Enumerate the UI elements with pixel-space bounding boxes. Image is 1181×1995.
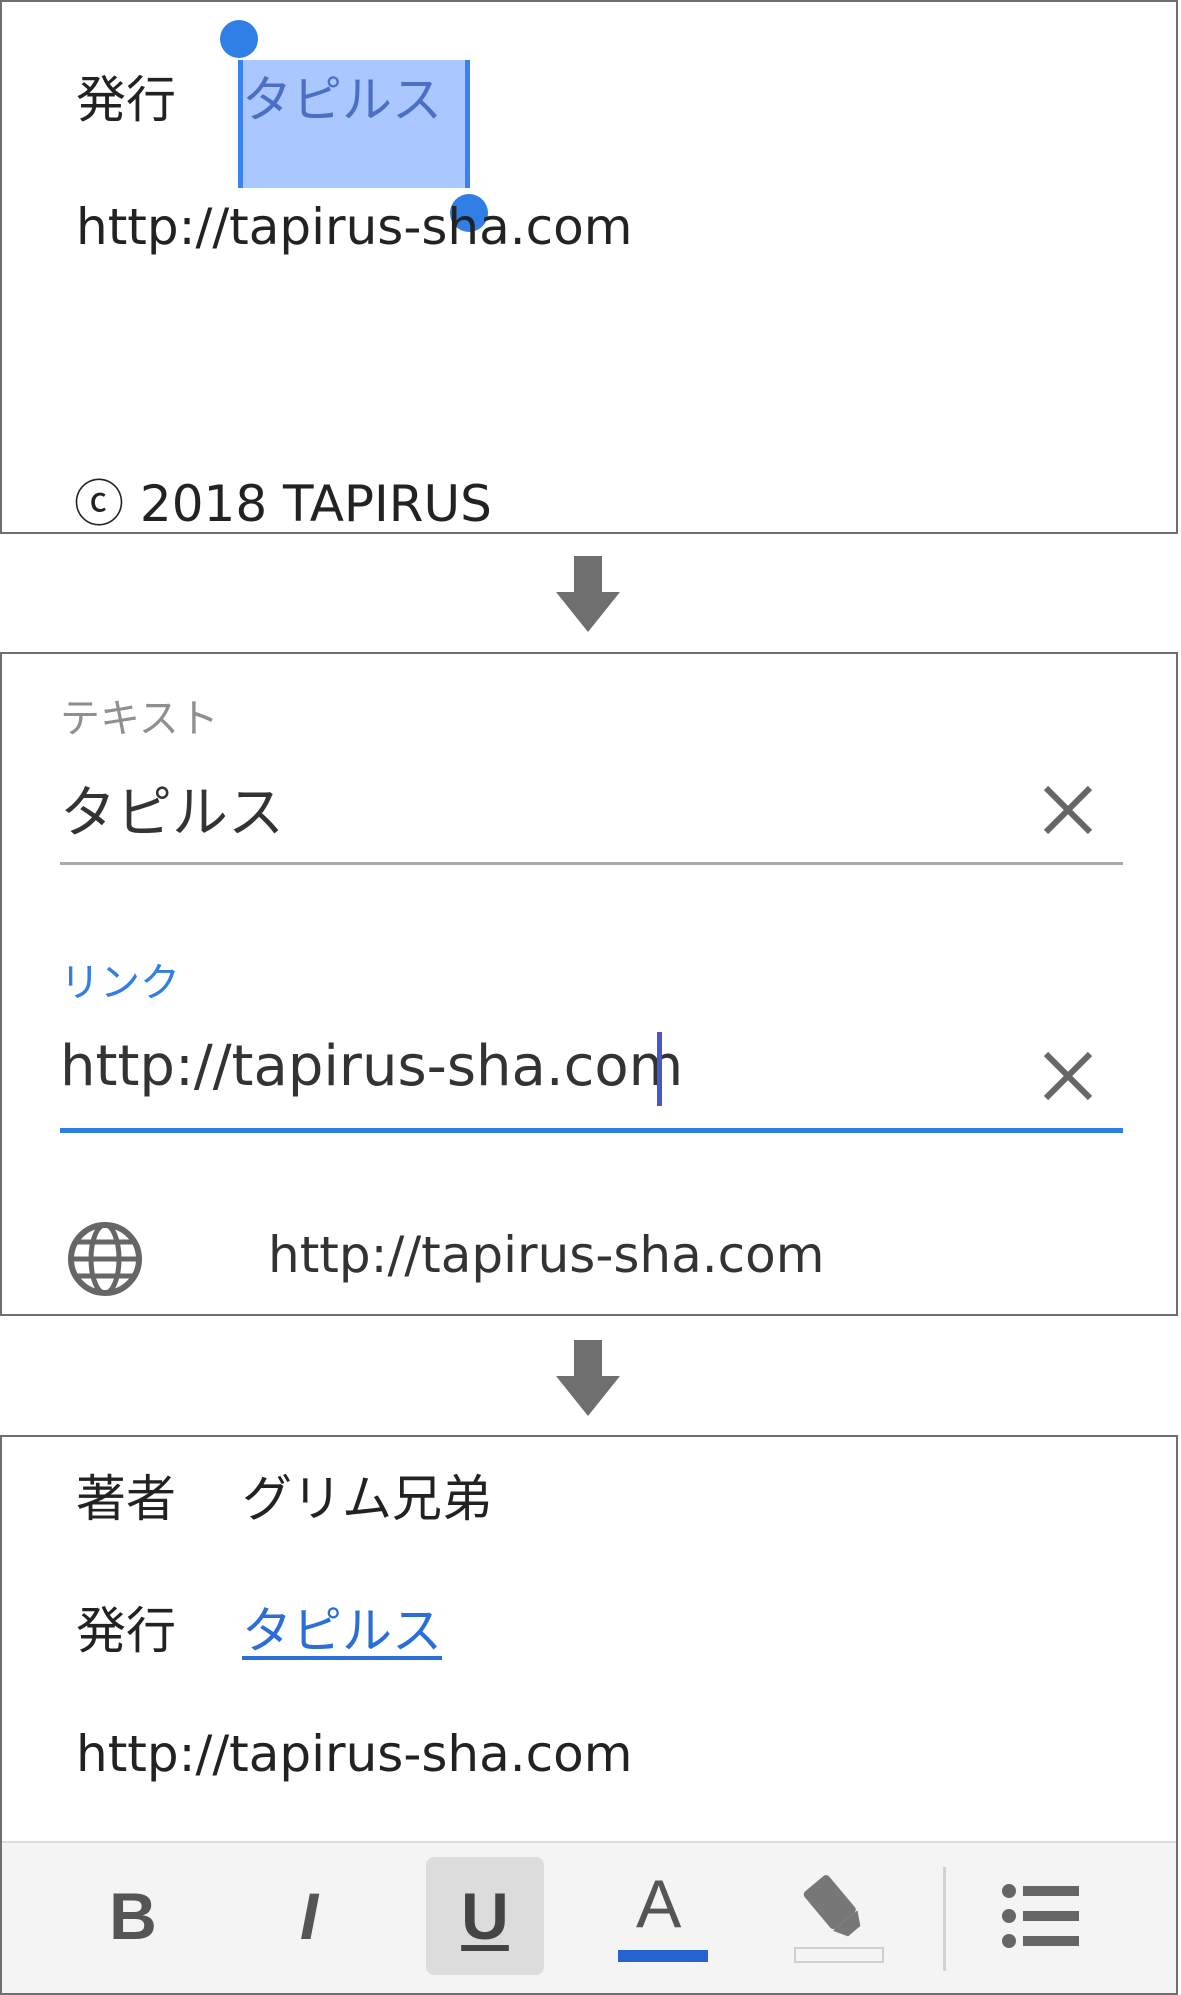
bulleted-list-button[interactable] — [982, 1857, 1100, 1975]
globe-icon — [68, 1222, 142, 1296]
bold-button[interactable]: B — [74, 1857, 192, 1975]
arrow-down-icon — [556, 556, 620, 632]
copyright-text: ⓒ 2018 TAPIRUS — [74, 475, 492, 533]
text-field-input[interactable]: タピルス — [60, 768, 284, 849]
text-color-glyph: A — [636, 1866, 682, 1942]
link-field-label: リンク — [60, 960, 180, 1006]
suggestion-url: http://tapirus-sha.com — [268, 1226, 825, 1284]
publisher-label: 発行 — [76, 71, 176, 129]
clear-link-icon[interactable] — [1040, 1048, 1096, 1104]
clear-text-icon[interactable] — [1040, 782, 1096, 838]
author-label: 著者 — [76, 1470, 176, 1528]
link-editor-dialog: テキスト タピルス リンク http://tapirus-sha.com htt… — [0, 652, 1178, 1316]
highlight-button[interactable] — [780, 1857, 898, 1975]
step3-panel: 著者 グリム兄弟 発行 タピルス http://tapirus-sha.com … — [0, 1435, 1178, 1995]
underline-icon: U — [461, 1879, 509, 1953]
highlighter-icon — [794, 1875, 884, 1963]
selection-start-handle[interactable] — [220, 20, 258, 58]
toolbar-divider — [943, 1867, 946, 1971]
link-suggestion-item[interactable]: http://tapirus-sha.com — [2, 1214, 1176, 1314]
publisher-link[interactable]: タピルス — [242, 1591, 442, 1663]
text-color-button[interactable]: A — [604, 1857, 722, 1975]
publisher-label: 発行 — [76, 1602, 176, 1660]
formatting-toolbar: B I U A — [2, 1841, 1176, 1993]
bulleted-list-icon — [1002, 1884, 1079, 1948]
selected-text[interactable]: タピルス — [242, 60, 442, 132]
publisher-url-text: http://tapirus-sha.com — [76, 198, 633, 256]
author-value: グリム兄弟 — [242, 1470, 492, 1528]
text-cursor — [657, 1032, 662, 1106]
bold-icon: B — [109, 1879, 157, 1953]
underline-button[interactable]: U — [426, 1857, 544, 1975]
publisher-url-text: http://tapirus-sha.com — [76, 1725, 633, 1783]
text-field-underline — [60, 862, 1123, 865]
text-color-swatch — [618, 1950, 708, 1962]
step1-panel: 発行 タピルス http://tapirus-sha.com ⓒ 2018 TA… — [0, 0, 1178, 534]
arrow-down-icon — [556, 1340, 620, 1416]
text-field-label: テキスト — [60, 696, 219, 742]
link-field-input[interactable]: http://tapirus-sha.com — [60, 1034, 683, 1099]
italic-button[interactable]: I — [250, 1857, 368, 1975]
italic-icon: I — [299, 1879, 319, 1953]
link-field-underline — [60, 1128, 1123, 1133]
text-color-icon: A — [618, 1866, 708, 1966]
